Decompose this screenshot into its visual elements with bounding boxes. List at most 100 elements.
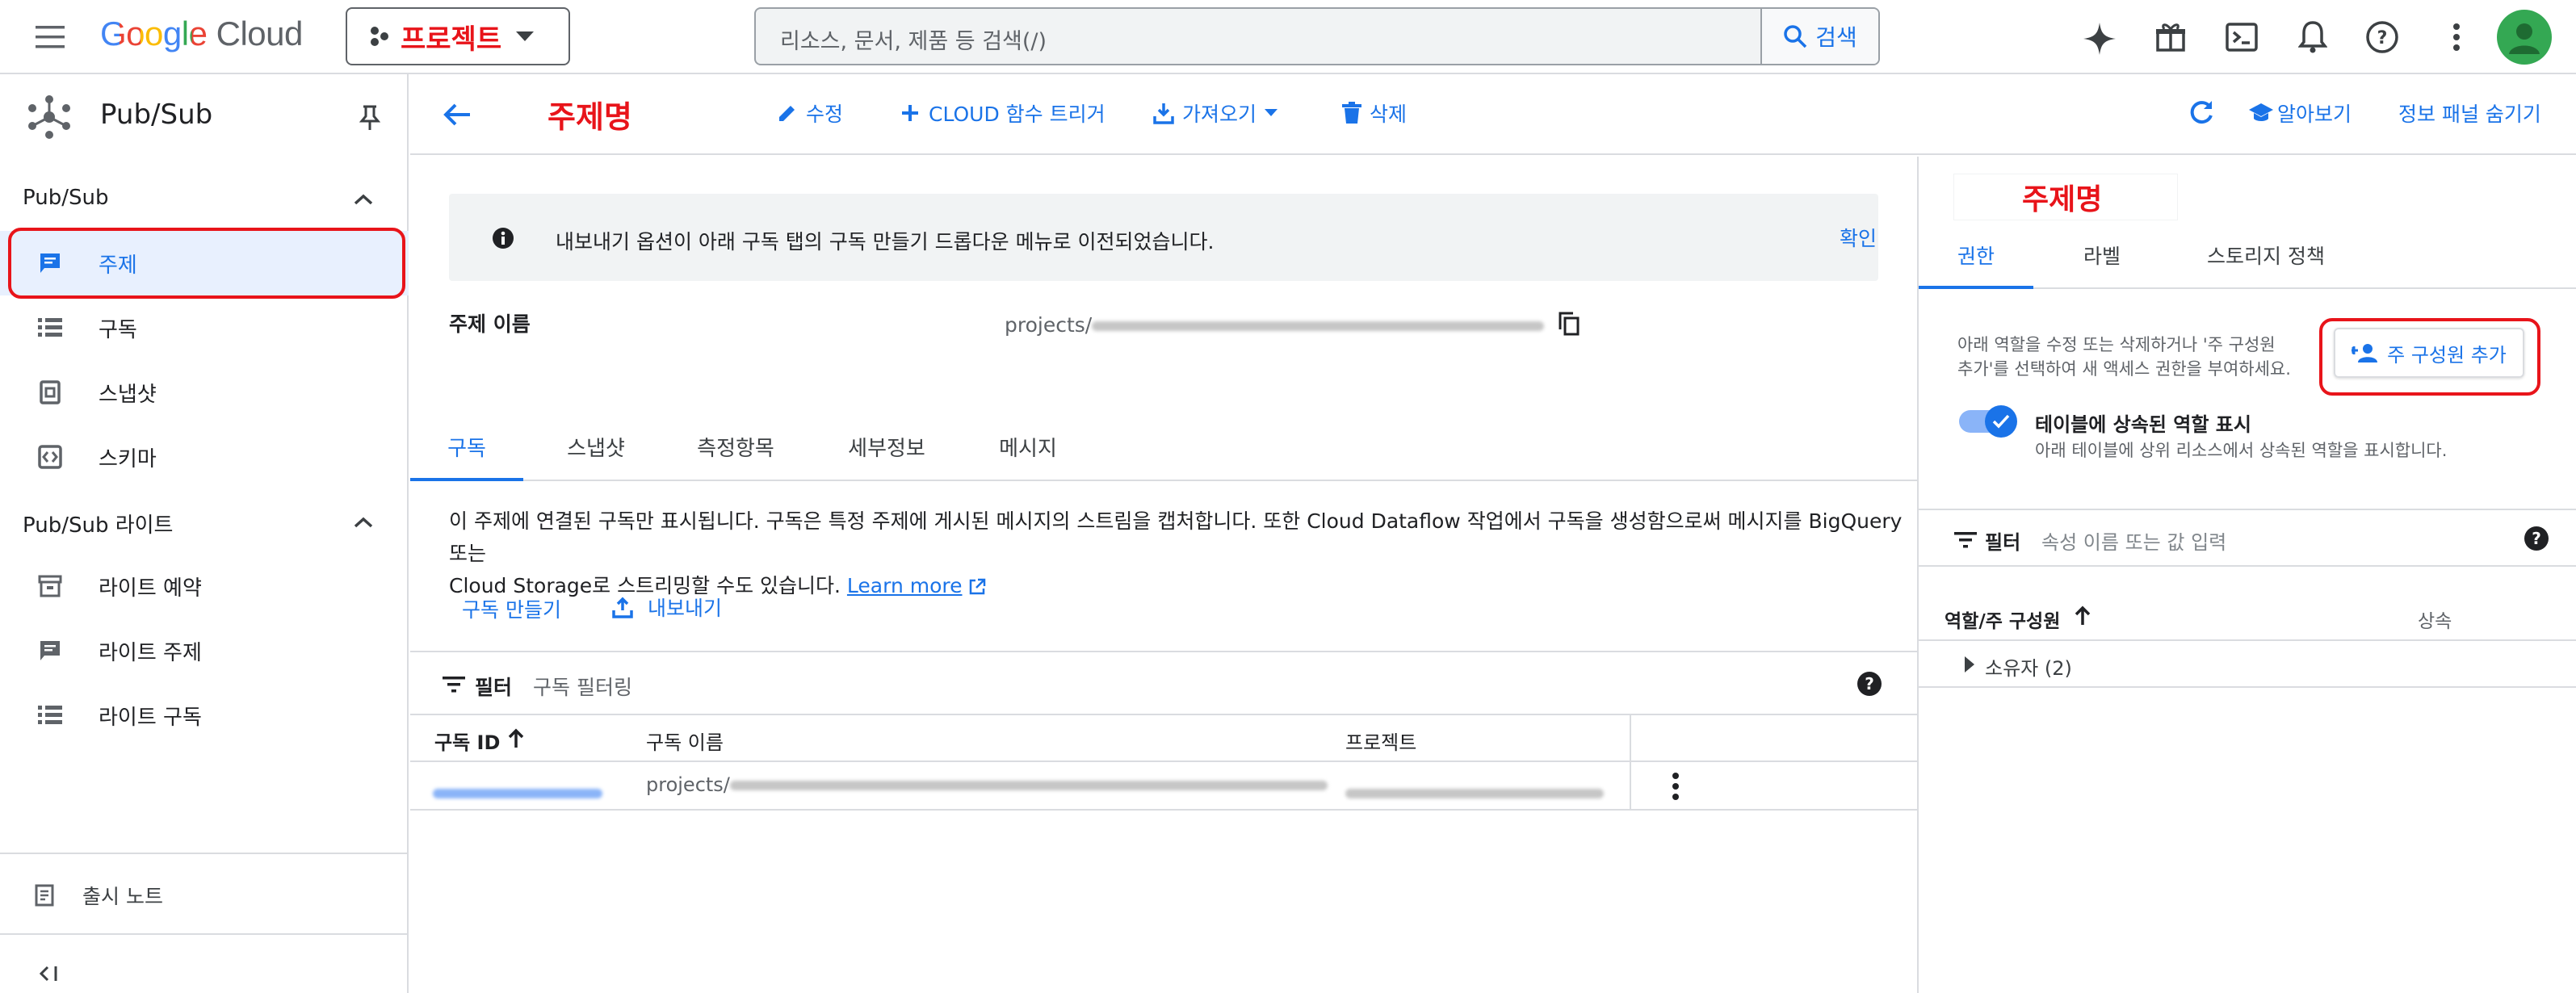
- help-icon[interactable]: ?: [1856, 670, 1883, 698]
- sidebar-item-snapshots[interactable]: 스냅샷: [0, 360, 409, 425]
- hide-info-panel-button[interactable]: 정보 패널 숨기기: [2398, 98, 2541, 128]
- search-icon: [1783, 24, 1807, 48]
- column-header-subscription-id[interactable]: 구독 ID: [434, 727, 500, 755]
- gemini-sparkle-icon[interactable]: [2080, 19, 2119, 58]
- upload-icon: [612, 596, 633, 618]
- role-group-row[interactable]: 소유자 (2): [1919, 641, 2576, 688]
- download-icon: [1153, 102, 1174, 124]
- external-link-icon: [968, 578, 986, 596]
- learn-button[interactable]: 알아보기: [2248, 98, 2352, 128]
- permissions-help-text: 아래 역할을 수정 또는 삭제하거나 '주 구성원 추가'를 선택하여 새 액세…: [1957, 335, 2291, 379]
- topic-tabs: 구독 스냅샷 측정항목 세부정보 메시지: [410, 428, 1917, 481]
- collapse-sidebar-icon[interactable]: [32, 957, 65, 990]
- table-filter-bar: 필터 구독 필터링 ?: [410, 651, 1917, 714]
- sidebar-item-label: 라이트 구독: [99, 705, 202, 730]
- role-table-header: 역할/주 구성원 상속: [1919, 596, 2576, 641]
- subscription-id-link[interactable]: [433, 781, 602, 804]
- sidebar-divider: [0, 853, 409, 854]
- search-input[interactable]: 리소스, 문서, 제품 등 검색(/): [780, 23, 1047, 55]
- tab-permissions[interactable]: 권한: [1919, 233, 2033, 289]
- sidebar-item-lite-topics[interactable]: 라이트 주제: [0, 618, 409, 683]
- edit-button[interactable]: 수정: [777, 98, 843, 128]
- project-cell: [1345, 781, 1604, 804]
- search-bar[interactable]: 리소스, 문서, 제품 등 검색(/) 검색: [754, 7, 1880, 65]
- release-notes-link[interactable]: 출시 노트: [0, 865, 409, 925]
- schema-icon: [36, 445, 65, 469]
- search-button[interactable]: 검색: [1760, 9, 1878, 64]
- page-title: 주제명: [548, 99, 632, 135]
- export-button[interactable]: 내보내기: [612, 593, 722, 622]
- filter-input[interactable]: 구독 필터링: [533, 672, 632, 701]
- sidebar-divider: [0, 933, 409, 935]
- action-bar: 주제명 수정 CLOUD 함수 트리거 가져오기 삭제 알아보기 정보 패널 숨…: [410, 74, 2576, 155]
- expand-arrow-icon[interactable]: [1961, 654, 1978, 675]
- sidebar-item-label: 구독: [99, 317, 137, 342]
- tab-details[interactable]: 세부정보: [822, 428, 951, 481]
- sidebar-item-subscriptions[interactable]: 구독: [0, 295, 409, 360]
- hamburger-menu-icon[interactable]: [32, 19, 68, 55]
- help-icon[interactable]: ?: [2523, 525, 2550, 552]
- column-header-role-principal[interactable]: 역할/주 구성원: [1945, 605, 2060, 633]
- refresh-icon[interactable]: [2184, 95, 2219, 131]
- reservation-icon: [36, 575, 65, 597]
- table-row: projects/: [410, 762, 1917, 811]
- sidebar: Pub/Sub Pub/Sub 주제 구독 스냅샷 스키마 Pub/Sub 라이…: [0, 74, 409, 993]
- collapse-chevron-icon[interactable]: [349, 187, 378, 212]
- copy-icon[interactable]: [1555, 310, 1583, 337]
- main-content: 내보내기 옵션이 아래 구독 탭의 구독 만들기 드롭다운 메뉴로 이전되었습니…: [410, 157, 1917, 993]
- pin-icon[interactable]: [354, 102, 386, 134]
- learn-more-link[interactable]: Learn more: [847, 574, 963, 597]
- tab-metrics[interactable]: 측정항목: [667, 428, 804, 481]
- gift-icon[interactable]: [2153, 19, 2188, 55]
- toggle-description: 아래 테이블에 상위 리소스에서 상속된 역할을 표시합니다.: [2035, 441, 2448, 460]
- back-arrow-icon[interactable]: [439, 97, 475, 132]
- topic-name-value: projects/: [1005, 313, 1545, 337]
- svg-text:?: ?: [2377, 28, 2388, 48]
- sidebar-item-lite-subscriptions[interactable]: 라이트 구독: [0, 683, 409, 748]
- column-header-inheritance: 상속: [2418, 611, 2452, 632]
- sidebar-item-label: 라이트 예약: [99, 576, 202, 601]
- banner-text: 내보내기 옵션이 아래 구독 탭의 구독 만들기 드롭다운 메뉴로 이전되었습니…: [556, 230, 1215, 253]
- more-vert-icon[interactable]: [2442, 21, 2471, 53]
- sidebar-item-lite-reservations[interactable]: 라이트 예약: [0, 554, 409, 618]
- tab-snapshots[interactable]: 스냅샷: [539, 428, 652, 481]
- notifications-bell-icon[interactable]: [2295, 18, 2331, 55]
- top-bar: Google Cloud 프로젝트 리소스, 문서, 제품 등 검색(/) 검색…: [0, 0, 2576, 74]
- sidebar-item-label: 스냅샷: [99, 382, 157, 407]
- google-cloud-logo[interactable]: Google Cloud: [100, 15, 303, 53]
- collapse-chevron-icon[interactable]: [349, 510, 378, 534]
- row-more-vert-icon[interactable]: [1663, 770, 1688, 802]
- svg-text:?: ?: [2532, 529, 2541, 548]
- cloud-function-trigger-button[interactable]: CLOUD 함수 트리거: [900, 98, 1105, 128]
- search-button-label: 검색: [1815, 24, 1857, 51]
- help-question-icon[interactable]: ?: [2364, 19, 2400, 55]
- import-dropdown-button[interactable]: 가져오기: [1153, 98, 1278, 128]
- school-icon: [2248, 102, 2274, 124]
- info-panel: 주제명 권한 라벨 스토리지 정책 아래 역할을 수정 또는 삭제하거나 '주 …: [1917, 157, 2576, 993]
- avatar[interactable]: [2497, 10, 2552, 65]
- tab-labels[interactable]: 라벨: [2049, 233, 2154, 289]
- table-header: 구독 ID 구독 이름 프로젝트: [410, 714, 1917, 809]
- column-header-project[interactable]: 프로젝트: [1345, 727, 1416, 755]
- sort-arrow-up-icon[interactable]: [506, 727, 527, 751]
- annotation-highlight: [2319, 318, 2540, 396]
- project-selector[interactable]: 프로젝트: [346, 7, 570, 65]
- tab-messages[interactable]: 메시지: [967, 428, 1089, 481]
- banner-confirm-button[interactable]: 확인: [1840, 223, 1877, 252]
- project-label: 프로젝트: [401, 23, 502, 56]
- filter-label: 필터: [1985, 531, 2021, 554]
- inherited-roles-toggle[interactable]: [1959, 405, 2017, 438]
- role-filter-input[interactable]: 속성 이름 또는 값 입력: [2041, 526, 2226, 555]
- filter-icon: [441, 673, 467, 696]
- delete-button[interactable]: 삭제: [1342, 98, 1407, 128]
- sidebar-item-schemas[interactable]: 스키마: [0, 425, 409, 489]
- section-pubsub-title: Pub/Sub: [23, 186, 109, 210]
- plus-icon: [900, 103, 921, 124]
- sort-arrow-up-icon[interactable]: [2072, 604, 2093, 628]
- column-header-subscription-name[interactable]: 구독 이름: [646, 727, 724, 755]
- tab-subscriptions[interactable]: 구독: [410, 428, 523, 481]
- tab-storage-policy[interactable]: 스토리지 정책: [2169, 233, 2363, 289]
- create-subscription-button[interactable]: 구독 만들기: [462, 594, 561, 623]
- cloud-shell-icon[interactable]: [2224, 19, 2259, 55]
- sidebar-item-label: 스키마: [99, 446, 157, 471]
